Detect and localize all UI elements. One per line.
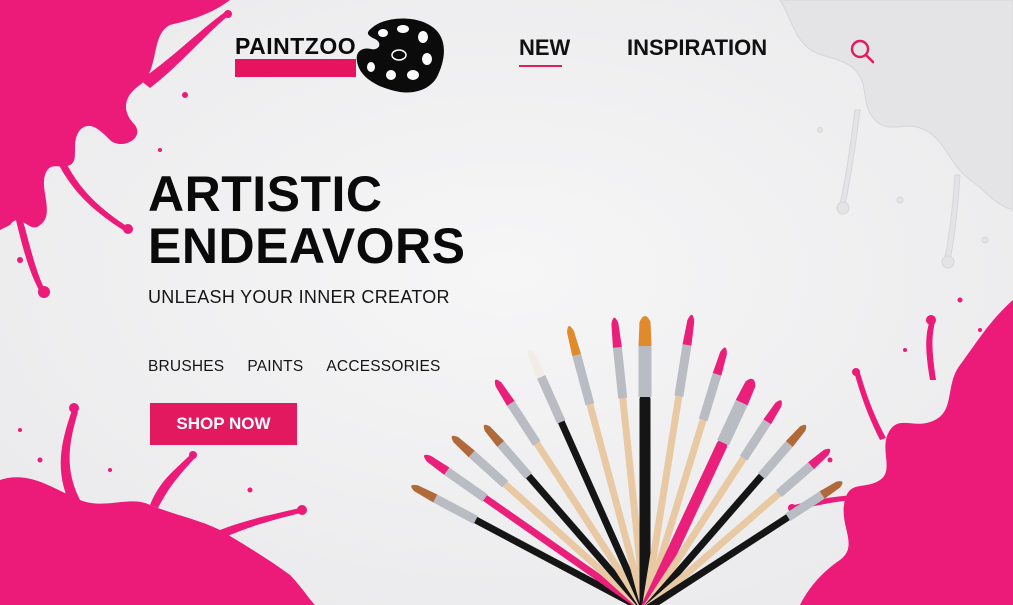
nav-new[interactable]: NEW	[519, 35, 571, 67]
hero-title: ARTISTIC ENDEAVORS	[148, 168, 466, 272]
nav-inspiration-label: INSPIRATION	[627, 35, 768, 60]
logo-accent-bar	[235, 59, 356, 77]
logo-text: PAINTZOO	[235, 33, 357, 59]
category-paints[interactable]: PAINTS	[247, 358, 303, 376]
search-button[interactable]	[848, 37, 876, 65]
active-nav-underline	[519, 65, 562, 67]
brand-logo[interactable]: PAINTZOO	[233, 17, 453, 97]
category-links: BRUSHES PAINTS ACCESSORIES	[148, 358, 441, 376]
shop-now-button[interactable]: SHOP NOW	[150, 403, 297, 445]
palette-icon	[356, 18, 444, 93]
nav-new-label: NEW	[519, 35, 571, 60]
hero-title-line-1: ARTISTIC	[148, 166, 383, 222]
category-accessories[interactable]: ACCESSORIES	[326, 358, 440, 376]
hero-title-line-2: ENDEAVORS	[148, 218, 466, 274]
search-icon	[850, 39, 875, 64]
hero-subtitle: UNLEASH YOUR INNER CREATOR	[148, 287, 450, 307]
category-brushes[interactable]: BRUSHES	[148, 358, 224, 376]
nav-inspiration[interactable]: INSPIRATION	[627, 35, 767, 61]
